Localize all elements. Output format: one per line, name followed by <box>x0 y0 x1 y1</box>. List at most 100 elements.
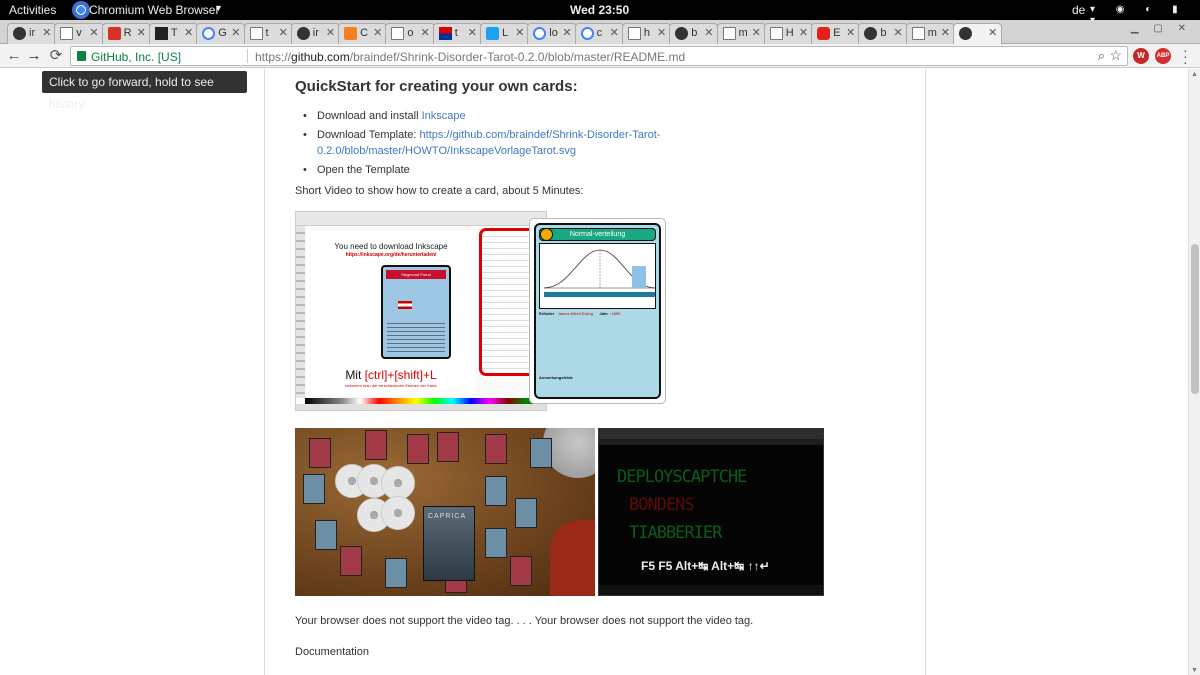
page-scrollbar[interactable]: ▲ ▼ <box>1188 69 1200 675</box>
browser-tab[interactable]: T ✕ <box>148 23 199 44</box>
browser-tab[interactable]: G ✕ <box>196 23 246 44</box>
flag-icon <box>398 301 412 309</box>
close-tab-icon[interactable]: ✕ <box>373 26 382 39</box>
browser-tab[interactable]: t ✕ <box>243 23 293 44</box>
browser-tab[interactable]: L ✕ <box>480 23 530 44</box>
search-icon[interactable]: ⌕ <box>1098 48 1105 64</box>
browser-tab[interactable]: m ✕ <box>716 23 766 44</box>
browser-tab[interactable]: v ✕ <box>54 23 104 44</box>
document-icon <box>249 27 263 40</box>
close-tab-icon[interactable]: ✕ <box>231 26 240 39</box>
adblock-icon[interactable]: ABP <box>1155 48 1171 64</box>
tab-title: o <box>407 27 414 39</box>
card-info-row: Erfinder James Alfred Ewing Jahr ~1890 <box>539 311 621 316</box>
browser-tab[interactable]: ir ✕ <box>290 23 341 44</box>
browser-tab[interactable]: E ✕ <box>811 23 861 44</box>
browser-tab[interactable]: t ✕ <box>432 23 482 44</box>
close-tab-icon[interactable]: ✕ <box>420 26 429 39</box>
address-bar[interactable]: GitHub, Inc. [US] https://github.com/bra… <box>70 46 1128 66</box>
ev-certificate-label[interactable]: GitHub, Inc. [US] <box>91 50 181 64</box>
tab-title: b <box>880 27 887 39</box>
bookmark-star-icon[interactable]: ☆ <box>1109 47 1122 64</box>
list-item: Open the Template <box>295 162 675 178</box>
close-tab-icon[interactable]: ✕ <box>893 26 902 39</box>
extension-w-icon[interactable]: W <box>1133 48 1149 64</box>
browser-tab[interactable]: ir ✕ <box>7 23 57 44</box>
close-tab-icon[interactable]: ✕ <box>846 26 855 39</box>
close-tab-icon[interactable]: ✕ <box>89 26 98 39</box>
close-tab-icon[interactable]: ✕ <box>752 26 761 39</box>
tab-title: v <box>76 27 82 39</box>
document-icon <box>769 27 783 40</box>
browser-tab[interactable]: h ✕ <box>621 23 672 44</box>
clock[interactable]: Wed 23:50 <box>570 3 629 17</box>
forward-button[interactable]: → <box>24 46 44 66</box>
tab-title: b <box>691 27 698 39</box>
tab-title: R <box>123 27 132 39</box>
browser-tab[interactable]: b ✕ <box>669 23 719 44</box>
close-tab-icon[interactable]: ✕ <box>562 26 571 39</box>
close-tab-icon[interactable]: ✕ <box>941 26 950 39</box>
close-tab-icon[interactable]: ✕ <box>137 26 146 39</box>
disc <box>381 496 415 530</box>
activities-button[interactable]: Activities <box>9 3 56 17</box>
close-tab-icon[interactable]: ✕ <box>657 26 666 39</box>
close-tab-icon[interactable]: ✕ <box>42 26 51 39</box>
close-tab-icon[interactable]: ✕ <box>279 26 288 39</box>
close-tab-icon[interactable]: ✕ <box>799 26 808 39</box>
document-icon <box>60 27 74 40</box>
close-tab-icon[interactable]: ✕ <box>326 26 335 39</box>
window-controls[interactable]: ▁ ▢ ✕ <box>1131 23 1192 34</box>
scroll-down-icon[interactable]: ▼ <box>1191 667 1198 674</box>
photo-card <box>485 476 507 506</box>
browser-tab[interactable]: c ✕ <box>574 23 624 44</box>
template-link-continued[interactable]: 0.2.0/blob/master/HOWTO/InkscapeVorlageT… <box>317 145 576 157</box>
inkscape-canvas: You need to download Inkscape https://in… <box>306 230 476 395</box>
browser-tab[interactable]: o ✕ <box>385 23 435 44</box>
browser-tab[interactable]: lo ✕ <box>527 23 577 44</box>
close-tab-icon[interactable]: ✕ <box>610 26 619 39</box>
browser-tab[interactable]: H ✕ <box>763 23 814 44</box>
documentation-link[interactable]: Documentation <box>295 646 369 658</box>
photo-card <box>303 474 325 504</box>
browser-tab[interactable]: C ✕ <box>338 23 388 44</box>
terminal-titlebar <box>599 429 823 439</box>
tarot-card-image[interactable]: Normal-verteilung Erfinder James Alfred … <box>529 218 666 404</box>
close-tab-icon[interactable]: ✕ <box>468 26 477 39</box>
key-sequence: F5 F5 Alt+↹ Alt+↹ ↑↑↵ <box>641 559 770 573</box>
scroll-up-icon[interactable]: ▲ <box>1191 71 1198 78</box>
inkscape-toolbox <box>296 226 305 398</box>
lock-icon <box>77 51 86 61</box>
google-icon <box>202 27 216 40</box>
close-tab-icon[interactable]: ✕ <box>704 26 713 39</box>
github-icon <box>13 27 26 40</box>
reload-button[interactable]: ⟳ <box>46 46 66 66</box>
menu-icon[interactable]: · · · <box>1183 43 1188 69</box>
back-button[interactable]: ← <box>4 46 24 66</box>
inkscape-link[interactable]: Inkscape <box>422 110 466 122</box>
card-title: Normal-verteilung <box>539 228 656 241</box>
photo-card <box>385 558 407 588</box>
app-menu-arrow-icon[interactable]: ▼ <box>214 3 223 13</box>
terminal-screenshot[interactable]: DEPLOYSCAPTCHE BONDENS TIABBERIER F5 F5 … <box>598 428 824 596</box>
close-tab-icon[interactable]: ✕ <box>988 26 997 39</box>
status-bar <box>296 404 546 410</box>
browser-tab[interactable]: b ✕ <box>858 23 908 44</box>
browser-tab[interactable]: m ✕ <box>905 23 955 44</box>
card-body: Normal-verteilung Erfinder James Alfred … <box>534 223 661 399</box>
inkscape-screenshot[interactable]: You need to download Inkscape https://in… <box>295 211 547 411</box>
app-menu[interactable]: Chromium Web Browser <box>89 3 219 17</box>
url-text[interactable]: https://github.com/braindef/Shrink-Disor… <box>255 50 685 64</box>
table-cards-photo[interactable]: CAPRICA <box>295 428 595 596</box>
browser-tab[interactable]: R ✕ <box>101 23 151 44</box>
scrollbar-thumb[interactable] <box>1191 244 1199 394</box>
tab-title: H <box>785 27 794 39</box>
template-link[interactable]: https://github.com/braindef/Shrink-Disor… <box>420 129 661 141</box>
keyboard-layout[interactable]: de <box>1072 3 1085 17</box>
close-tab-icon[interactable]: ✕ <box>515 26 524 39</box>
tab-title: ir <box>29 27 36 39</box>
tab-title: L <box>502 27 509 39</box>
browser-tab[interactable]: ✕ <box>953 23 1003 44</box>
card-notes: Anmerkungsfelde <box>539 375 573 380</box>
close-tab-icon[interactable]: ✕ <box>184 26 193 39</box>
